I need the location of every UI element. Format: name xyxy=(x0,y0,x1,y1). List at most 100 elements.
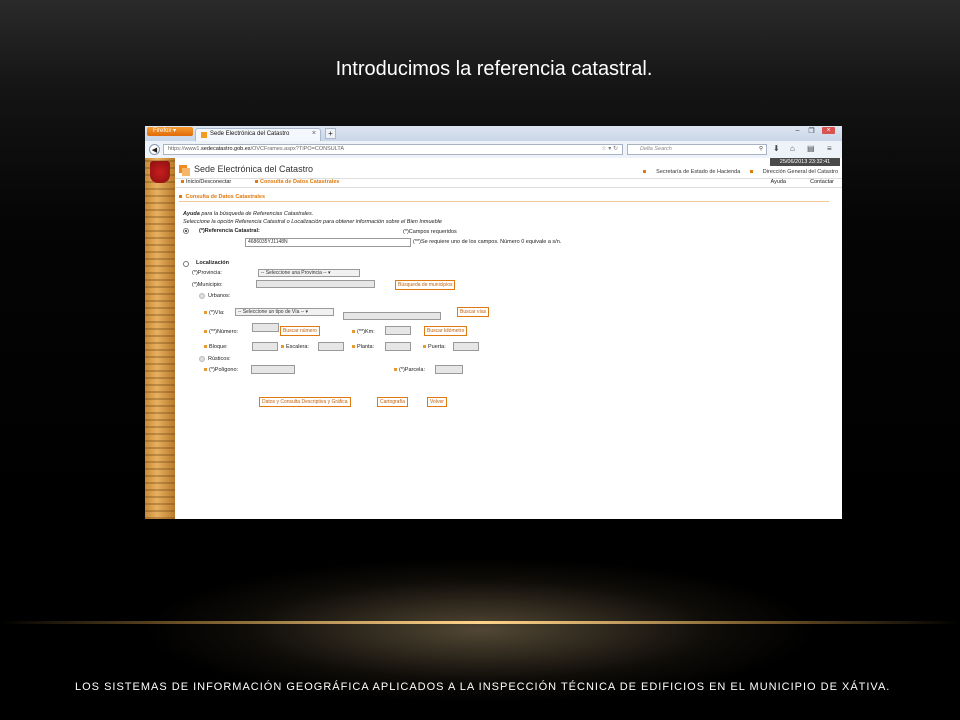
help-line: Ayuda para la búsqueda de Referencias Ca… xyxy=(183,211,313,217)
via-label-wrap: (*)Vía: xyxy=(204,310,225,316)
link-secretaria-label: Secretaría de Estado de Hacienda xyxy=(656,169,741,175)
header-links: Secretaría de Estado de Hacienda Direcci… xyxy=(635,169,838,175)
slide-title: Introducimos la referencia catastral. xyxy=(335,58,653,80)
url-prefix: https://www1. xyxy=(168,146,202,152)
help-text: para la búsqueda de Referencias Catastra… xyxy=(199,211,314,217)
catastro-logo-icon-secondary xyxy=(182,168,190,176)
menu-consulta[interactable]: Consulta de Datos Catastrales xyxy=(255,179,339,186)
bookmark-menu-icon[interactable]: ▤ xyxy=(807,144,815,153)
bullet-icon xyxy=(181,180,184,184)
planta-label-wrap: Planta: xyxy=(352,344,374,350)
browser-tab-bar: Firefox ▾ Sede Electrónica del Catastro … xyxy=(145,126,842,141)
bloque-input[interactable] xyxy=(252,342,278,351)
bullet-icon xyxy=(394,368,397,372)
parcela-input[interactable] xyxy=(435,365,463,374)
provincia-select[interactable]: -- Seleccione una Provincia -- ▾ xyxy=(258,269,360,277)
municipio-label: (*)Municipio: xyxy=(192,282,223,288)
municipio-input[interactable] xyxy=(256,280,375,288)
browser-tab[interactable]: Sede Electrónica del Catastro × xyxy=(195,128,321,141)
required-note: (*)Campos requeridos xyxy=(403,229,457,235)
site-menu-bar: Inicio/Desconectar Consulta de Datos Cat… xyxy=(175,178,842,188)
cartografia-button[interactable]: Cartografía xyxy=(377,397,409,407)
via-select[interactable]: -- Seleccione un tipo de Vía -- ▾ xyxy=(235,308,334,316)
download-icon[interactable]: ⬇ xyxy=(773,144,780,153)
volver-button[interactable]: Volver xyxy=(427,397,447,407)
radio-urbanos[interactable] xyxy=(199,293,205,299)
poligono-label-wrap: (*)Polígono: xyxy=(204,367,238,373)
menu-home-label: Inicio/Desconectar xyxy=(186,179,232,185)
link-secretaria[interactable]: Secretaría de Estado de Hacienda xyxy=(643,169,740,175)
bullet-icon xyxy=(204,368,207,372)
section-icon xyxy=(179,195,182,199)
numero-input[interactable] xyxy=(252,323,279,332)
reload-icon[interactable]: ☆ ▾ ↻ xyxy=(601,145,618,154)
bloque-label: Bloque: xyxy=(209,344,228,350)
km-input[interactable] xyxy=(385,326,411,335)
browser-menu-icon[interactable]: ≡ xyxy=(827,144,832,153)
bullet-icon xyxy=(352,345,355,349)
buscar-kilometro-button[interactable]: Buscar kilómetro xyxy=(424,326,468,336)
buscar-vias-button[interactable]: Buscar vías xyxy=(457,307,490,317)
section-divider xyxy=(179,201,829,202)
tab-close-icon[interactable]: × xyxy=(312,130,316,137)
escalera-label-wrap: Escalera: xyxy=(281,344,309,350)
puerta-input[interactable] xyxy=(453,342,479,351)
search-placeholder: Delta Search xyxy=(640,146,672,152)
bullet-icon xyxy=(204,345,207,349)
planta-input[interactable] xyxy=(385,342,411,351)
search-input[interactable]: Delta Search ⚲ xyxy=(627,144,767,155)
new-tab-button[interactable]: + xyxy=(325,128,336,139)
header-date: 25/06/2013 23:32:41 xyxy=(770,158,840,166)
back-arrow-icon[interactable]: ◀ xyxy=(149,144,160,155)
provincia-select-value: -- Seleccione una Provincia -- xyxy=(261,270,327,276)
bullet-icon xyxy=(749,170,753,174)
radio-rusticos[interactable] xyxy=(199,356,205,362)
section-title: Consulta de Datos Catastrales xyxy=(179,194,265,200)
via-input[interactable] xyxy=(343,312,441,320)
link-direccion-label: Dirección General del Catastro xyxy=(762,169,838,175)
bullet-icon xyxy=(204,311,207,315)
numero-label-wrap: (**)Número: xyxy=(204,329,238,335)
bloque-label-wrap: Bloque: xyxy=(204,344,228,350)
rusticos-label: Rústicos: xyxy=(208,356,231,362)
link-direccion[interactable]: Dirección General del Catastro xyxy=(749,169,838,175)
minimize-icon[interactable]: – xyxy=(791,127,804,134)
poligono-input[interactable] xyxy=(251,365,295,374)
referencia-input[interactable]: 4686035YJ1148N xyxy=(245,238,411,247)
address-bar[interactable]: https://www1.sedecatastro.gob.es/OVCFram… xyxy=(163,144,623,155)
puerta-label-wrap: Puerta: xyxy=(423,344,446,350)
help-link[interactable]: Ayuda xyxy=(183,211,200,217)
window-close-icon[interactable]: × xyxy=(822,127,835,134)
search-icon[interactable]: ⚲ xyxy=(759,145,763,154)
datos-consulta-button[interactable]: Datos y Consulta Descriptiva y Gráfica xyxy=(259,397,351,407)
urbanos-label: Urbanos: xyxy=(208,293,231,299)
poligono-label: (*)Polígono: xyxy=(209,367,239,373)
km-label-wrap: (**)Km: xyxy=(352,329,375,335)
site-name: Sede Electrónica del Catastro xyxy=(194,164,314,174)
menu-home[interactable]: Inicio/Desconectar xyxy=(181,179,231,186)
provincia-label: (*)Provincia: xyxy=(192,270,222,276)
decorative-sidebar xyxy=(145,158,175,519)
bullet-icon xyxy=(204,330,207,334)
planta-label: Planta: xyxy=(357,344,375,350)
menu-contactar[interactable]: Contactar xyxy=(810,179,834,186)
maximize-icon[interactable]: ❐ xyxy=(805,127,818,135)
menu-ayuda[interactable]: Ayuda xyxy=(771,179,787,186)
puerta-label: Puerta: xyxy=(428,344,446,350)
firefox-menu-button[interactable]: Firefox ▾ xyxy=(147,127,193,136)
bullet-icon xyxy=(423,345,426,349)
url-path: /OVCFrames.aspx?TIPO=CONSULTA xyxy=(250,146,345,152)
via-label: (*)Vía: xyxy=(209,310,225,316)
section-title-text: Consulta de Datos Catastrales xyxy=(185,194,265,200)
browser-screenshot: Firefox ▾ Sede Electrónica del Catastro … xyxy=(145,126,842,519)
buscar-numero-button[interactable]: Buscar número xyxy=(280,326,320,336)
localizacion-label: Localización xyxy=(196,260,230,266)
radio-localizacion[interactable] xyxy=(183,261,189,267)
home-icon[interactable]: ⌂ xyxy=(790,144,795,153)
escalera-input[interactable] xyxy=(318,342,344,351)
bullet-icon xyxy=(281,345,284,349)
radio-referencia[interactable] xyxy=(183,228,189,234)
escalera-label: Escalera: xyxy=(286,344,309,350)
km-label: (**)Km: xyxy=(357,329,375,335)
busqueda-municipios-button[interactable]: Búsqueda de municipios xyxy=(395,280,456,290)
